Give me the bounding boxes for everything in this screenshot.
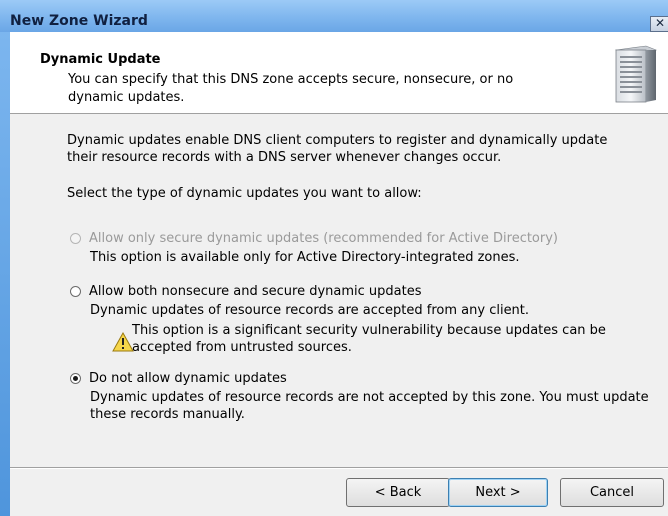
option-no-dynamic-updates[interactable]: Do not allow dynamic updates [70,370,287,387]
intro-text: Dynamic updates enable DNS client comput… [67,133,608,165]
radio-no-dynamic-updates[interactable] [70,373,81,384]
radio-nonsecure-and-secure[interactable] [70,286,81,297]
footer-divider [10,467,668,469]
radio-secure-only [70,233,81,244]
option-nonsecure-and-secure[interactable]: Allow both nonsecure and secure dynamic … [70,283,422,300]
option-secure-only-label: Allow only secure dynamic updates (recom… [89,231,558,246]
selection-prompt: Select the type of dynamic updates you w… [67,186,422,201]
window-title: New Zone Wizard [10,13,148,29]
option-nonsecure-and-secure-note: Dynamic updates of resource records are … [90,303,530,318]
option-nonsecure-and-secure-label[interactable]: Allow both nonsecure and secure dynamic … [89,283,422,300]
close-button[interactable]: ✕ [650,16,668,32]
option-secure-only-note: This option is available only for Active… [90,250,520,265]
wizard-window: New Zone Wizard ✕ Dynamic Update You can… [0,0,668,516]
page-title: Dynamic Update [40,52,161,67]
wizard-page: Dynamic Update You can specify that this… [10,32,668,516]
title-bar[interactable]: New Zone Wizard ✕ [0,0,668,32]
back-button[interactable]: < Back [346,478,450,507]
option-secure-only: Allow only secure dynamic updates (recom… [70,230,558,247]
option-nonsecure-warning: This option is a significant security vu… [132,323,606,355]
close-icon: ✕ [654,16,666,30]
option-no-dynamic-updates-note: Dynamic updates of resource records are … [90,390,649,422]
page-header: Dynamic Update You can specify that this… [10,32,668,114]
warning-icon [112,332,134,352]
cancel-button[interactable]: Cancel [560,478,664,507]
option-no-dynamic-updates-label[interactable]: Do not allow dynamic updates [89,370,287,387]
next-button[interactable]: Next > [448,478,548,507]
server-icon [614,45,658,103]
page-description: You can specify that this DNS zone accep… [68,72,514,105]
